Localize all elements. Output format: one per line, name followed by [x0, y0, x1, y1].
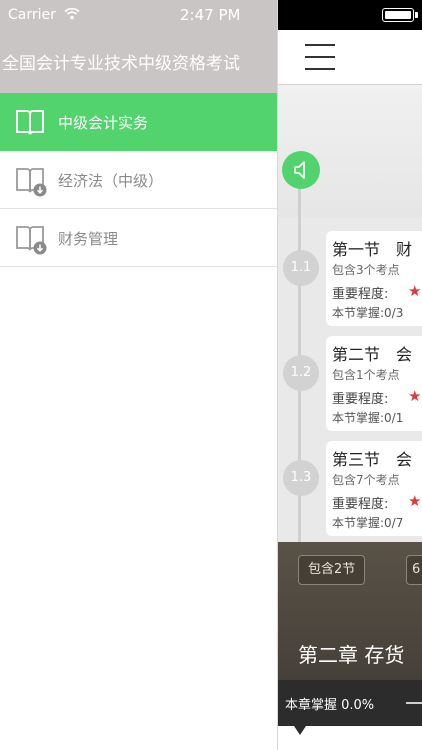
- section-points: 包含7个考点: [332, 473, 400, 487]
- section-node: 1.2: [283, 355, 319, 391]
- section-card[interactable]: 第一节 财 包含3个考点 重要程度: ★ 本节掌握:0/3: [326, 231, 422, 326]
- audio-button[interactable]: [282, 151, 320, 189]
- star-icon: ★: [408, 282, 422, 300]
- carrier-label: Carrier: [8, 7, 56, 23]
- star-icon: ★: [408, 492, 422, 510]
- section-title: 第二节 会: [332, 345, 413, 364]
- section-card[interactable]: 第三节 会 包含7个考点 重要程度: ★ 本节掌握:0/7: [326, 441, 422, 536]
- hamburger-menu-icon[interactable]: [305, 43, 335, 71]
- section-node: 1.3: [283, 460, 319, 496]
- section-points: 包含3个考点: [332, 263, 400, 277]
- menu-item-label: 经济法（中级）: [58, 172, 164, 190]
- chapter-title: 第二章 存货: [298, 643, 405, 667]
- section-points: 包含1个考点: [332, 368, 400, 382]
- chapter-card[interactable]: 包含2节 6 第二章 存货 本章掌握 0.0%: [278, 542, 422, 726]
- chapter-sections-badge: 包含2节: [298, 555, 366, 585]
- wifi-icon: [64, 7, 80, 24]
- menu-item-label: 财务管理: [58, 230, 119, 248]
- chapter-points-badge: 6: [406, 555, 422, 585]
- section-mastery: 本节掌握:0/3: [332, 306, 404, 320]
- drawer-title: 全国会计专业技术中级资格考试: [2, 54, 240, 74]
- speaker-icon: [294, 161, 305, 179]
- star-icon: ★: [408, 387, 422, 405]
- book-download-icon: [15, 165, 47, 201]
- status-time: 2:47 PM: [180, 6, 241, 24]
- side-drawer: Carrier 2:47 PM 全国会计专业技术中级资格考试 中级会计实务 经济…: [0, 0, 277, 750]
- importance-label: 重要程度:: [332, 497, 389, 512]
- menu-item-economic-law[interactable]: 经济法（中级）: [0, 151, 277, 209]
- section-mastery: 本节掌握:0/7: [332, 516, 404, 530]
- section-title: 第三节 会: [332, 450, 413, 469]
- book-download-icon: [15, 223, 47, 259]
- menu-item-label: 中级会计实务: [58, 114, 149, 132]
- section-node: 1.1: [283, 250, 319, 286]
- main-panel: 1.1 第一节 财 包含3个考点 重要程度: ★ 本节掌握:0/3 1.2 第二…: [277, 0, 422, 750]
- section-card[interactable]: 第二节 会 包含1个考点 重要程度: ★ 本节掌握:0/1: [326, 336, 422, 431]
- section-mastery: 本节掌握:0/1: [332, 411, 404, 425]
- status-bar-right: [278, 0, 422, 30]
- importance-label: 重要程度:: [332, 392, 389, 407]
- menu-item-intermediate-accounting[interactable]: 中级会计实务: [0, 93, 277, 151]
- status-bar: Carrier 2:47 PM: [0, 0, 277, 30]
- progress-dash: [406, 702, 422, 704]
- battery-icon: [382, 8, 418, 22]
- down-arrow-icon: [294, 726, 306, 735]
- book-open-icon: [15, 107, 45, 141]
- drawer-header: 全国会计专业技术中级资格考试: [0, 30, 277, 93]
- bottom-strip: [278, 726, 422, 750]
- section-title: 第一节 财: [332, 240, 413, 259]
- menu-item-financial-management[interactable]: 财务管理: [0, 209, 277, 267]
- chapter-mastery: 本章掌握 0.0%: [285, 698, 375, 713]
- chapter-footer: 本章掌握 0.0%: [278, 680, 422, 726]
- importance-label: 重要程度:: [332, 287, 389, 302]
- nav-bar: [278, 30, 422, 85]
